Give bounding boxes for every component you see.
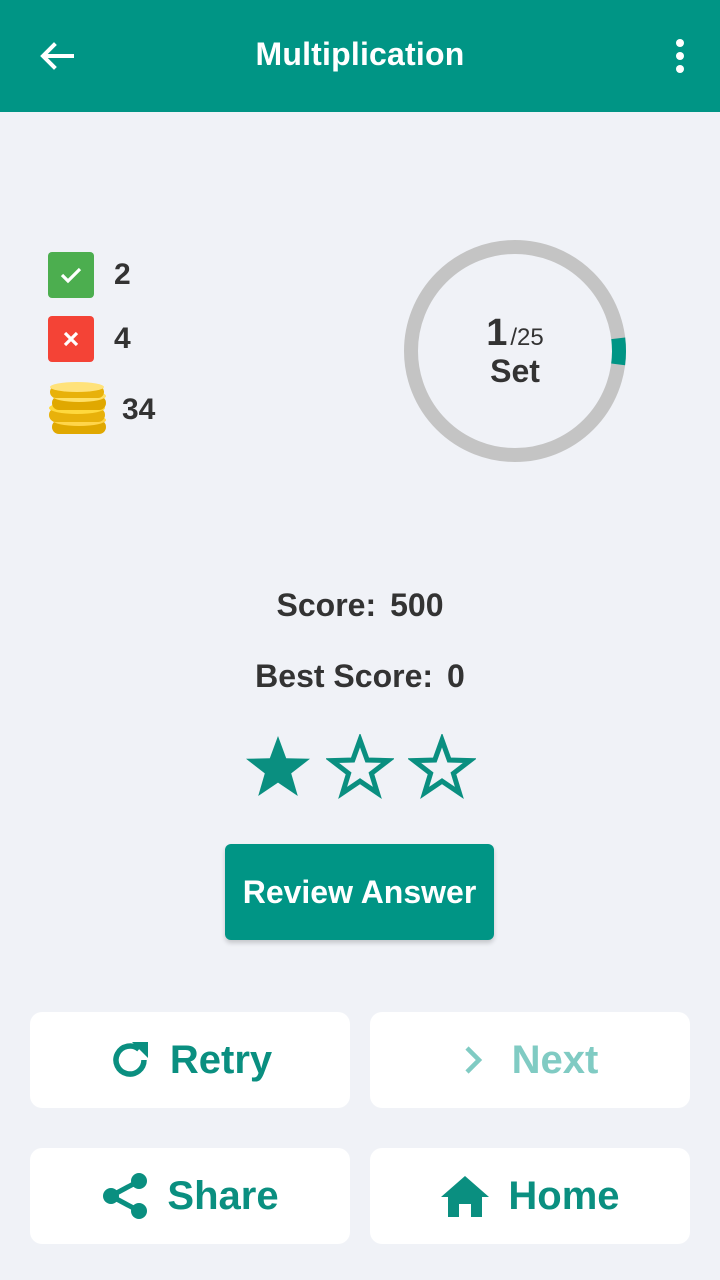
refresh-icon: [108, 1038, 152, 1082]
wrong-count-row: 4: [48, 316, 131, 362]
correct-count: 2: [114, 258, 131, 291]
score-value: 500: [390, 587, 444, 623]
set-total: /25: [510, 324, 544, 351]
home-label: Home: [508, 1173, 620, 1218]
home-button[interactable]: Home: [370, 1148, 690, 1244]
coin-count-row: 34: [48, 382, 155, 438]
share-button[interactable]: Share: [30, 1148, 350, 1244]
wrong-count: 4: [114, 322, 131, 355]
close-icon: [48, 316, 94, 362]
star-outline-icon: [326, 734, 394, 800]
next-label: Next: [511, 1037, 599, 1082]
chevron-right-icon: [462, 1044, 484, 1076]
score-line: Score: 500: [0, 587, 720, 624]
set-label: Set: [490, 353, 540, 389]
retry-button[interactable]: Retry: [30, 1012, 350, 1108]
best-score-label: Best Score:: [255, 658, 434, 694]
correct-count-row: 2: [48, 252, 131, 298]
page-title: Multiplication: [255, 35, 465, 72]
set-current: 1: [486, 312, 508, 354]
star-outline-icon: [408, 734, 476, 800]
coins-icon: [49, 382, 106, 434]
app-bar: Multiplication: [0, 0, 720, 112]
star-rating: [244, 734, 476, 800]
coin-count: 34: [122, 393, 156, 426]
more-vert-icon: [676, 39, 684, 73]
best-score-value: 0: [447, 658, 465, 694]
overflow-menu-button[interactable]: [662, 32, 698, 80]
share-label: Share: [167, 1173, 279, 1218]
check-icon: [48, 252, 94, 298]
share-icon: [101, 1171, 149, 1221]
home-icon: [440, 1174, 490, 1218]
best-score-line: Best Score: 0: [0, 658, 720, 695]
next-button[interactable]: Next: [370, 1012, 690, 1108]
review-answer-button[interactable]: Review Answer: [225, 844, 494, 940]
retry-label: Retry: [169, 1037, 273, 1082]
set-progress-ring: 1 /25 Set: [400, 236, 630, 466]
score-label: Score:: [276, 587, 377, 623]
star-filled-icon: [246, 736, 310, 796]
